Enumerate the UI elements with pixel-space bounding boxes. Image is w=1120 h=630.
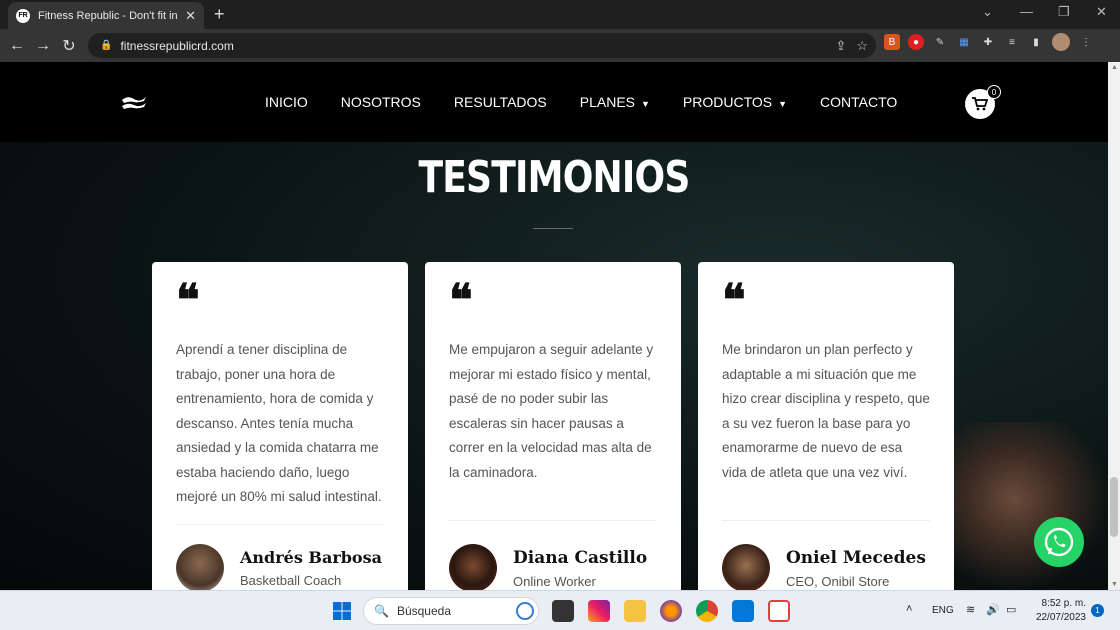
extension-blue-icon[interactable]: ▦ (956, 34, 972, 50)
tab-title: Fitness Republic - Don't fit in - fit (38, 9, 179, 22)
testimonial-text: Me brindaron un plan perfecto y adaptabl… (722, 342, 930, 480)
site-favicon-icon: FR (16, 8, 30, 23)
testimonial-card: ❝ Me empujaron a seguir adelante y mejor… (425, 262, 681, 590)
notification-badge[interactable]: 1 (1091, 604, 1104, 617)
lock-icon[interactable]: 🔒 (100, 40, 112, 51)
testimonial-author: Diana Castillo Online Worker (449, 544, 647, 590)
search-icon: 🔍 (374, 604, 389, 618)
volume-icon[interactable]: 🔊 (986, 603, 1000, 616)
chevron-down-icon: ▼ (778, 99, 788, 109)
author-name: Andrés Barbosa (240, 548, 382, 567)
chevron-down-icon: ▼ (641, 99, 650, 109)
url-text: fitnessrepublicrd.com (120, 38, 234, 53)
minimize-icon[interactable]: — (1020, 4, 1033, 19)
quote-icon: ❝ (722, 275, 746, 326)
card-divider (449, 520, 657, 521)
testimonial-author: Andrés Barbosa Basketball Coach (176, 544, 382, 590)
taskbar-search[interactable]: 🔍 Búsqueda (363, 597, 539, 625)
tab-search-chevron-icon[interactable]: ⌄ (982, 4, 993, 20)
avatar (449, 544, 497, 590)
address-bar[interactable]: 🔒 fitnessrepublicrd.com ⇪ ☆ (88, 33, 876, 58)
author-name: Diana Castillo (513, 547, 648, 568)
instagram-icon[interactable] (588, 600, 610, 622)
task-view-icon[interactable] (552, 600, 574, 622)
avatar (176, 544, 224, 590)
browser-menu-icon[interactable]: ⋮ (1078, 34, 1094, 50)
scrollbar-thumb[interactable] (1110, 477, 1118, 537)
background-person-image (950, 422, 1108, 590)
media-controls-icon[interactable]: ≡ (1004, 34, 1020, 50)
reload-icon[interactable]: ↻ (56, 36, 82, 56)
menu-item-nosotros[interactable]: NOSOTROS (341, 94, 421, 110)
extension-pen-icon[interactable]: ✎ (932, 34, 948, 50)
testimonial-text: Aprendí a tener disciplina de trabajo, p… (176, 342, 382, 504)
menu-item-resultados[interactable]: RESULTADOS (454, 94, 547, 110)
web-page: INICIO NOSOTROS RESULTADOS PLANES ▼ PRODU… (0, 62, 1108, 590)
snipping-tool-icon[interactable] (768, 600, 790, 622)
close-window-icon[interactable]: ✕ (1096, 4, 1107, 20)
menu-item-productos[interactable]: PRODUCTOS ▼ (683, 94, 787, 110)
whatsapp-icon (1044, 527, 1074, 557)
new-tab-button[interactable]: + (214, 4, 225, 25)
search-placeholder: Búsqueda (396, 604, 451, 618)
language-indicator[interactable]: ENG (932, 605, 954, 616)
page-scrollbar[interactable]: ▲ ▼ (1108, 62, 1120, 590)
clock-date: 22/07/2023 (1035, 612, 1086, 623)
extensions-area: B ● ✎ ▦ ✚ ≡ ▮ ⋮ (884, 33, 1094, 51)
cart-button[interactable]: 0 (965, 85, 1001, 119)
menu-item-planes[interactable]: PLANES ▼ (580, 94, 650, 110)
windows-start-icon[interactable] (333, 602, 351, 620)
bing-icon[interactable] (516, 602, 534, 620)
site-logo-icon[interactable] (120, 94, 148, 110)
avatar (722, 544, 770, 590)
author-role: Online Worker (513, 573, 596, 589)
vscode-icon[interactable] (732, 600, 754, 622)
heading-divider (533, 228, 573, 229)
testimonial-card: ❝ Me brindaron un plan perfecto y adapta… (698, 262, 954, 590)
clock-time: 8:52 p. m. (1041, 598, 1086, 609)
file-explorer-icon[interactable] (624, 600, 646, 622)
browser-toolbar: ← → ↻ 🔒 fitnessrepublicrd.com ⇪ ☆ B ● ✎ … (0, 29, 1120, 62)
browser-tab-bar: FR Fitness Republic - Don't fit in - fit… (0, 0, 1120, 29)
cart-count-badge: 0 (987, 85, 1001, 99)
scroll-down-icon[interactable]: ▼ (1111, 581, 1118, 588)
bookmark-star-icon[interactable]: ☆ (856, 38, 868, 54)
whatsapp-button[interactable] (1034, 517, 1084, 567)
card-divider (722, 520, 930, 521)
firefox-icon[interactable] (660, 600, 682, 622)
testimonial-text: Me empujaron a seguir adelante y mejorar… (449, 342, 654, 480)
menu-item-inicio[interactable]: INICIO (265, 94, 308, 110)
cart-icon (972, 97, 988, 111)
scroll-up-icon[interactable]: ▲ (1111, 64, 1118, 71)
profile-avatar[interactable] (1052, 33, 1070, 51)
section-heading: TESTIMONIOS (418, 152, 690, 203)
browser-tab[interactable]: FR Fitness Republic - Don't fit in - fit… (8, 2, 204, 29)
site-menu: INICIO NOSOTROS RESULTADOS PLANES ▼ PRODU… (265, 62, 897, 142)
testimonial-author: Oniel Mecedes CEO, Onibil Store (722, 544, 926, 590)
quote-icon: ❝ (449, 275, 473, 326)
author-role: CEO, Onibil Store (786, 573, 890, 589)
tray-overflow-chevron-icon[interactable]: ˄ (906, 603, 912, 615)
side-panel-icon[interactable]: ▮ (1028, 34, 1044, 50)
card-divider (176, 524, 384, 525)
forward-icon[interactable]: → (30, 37, 56, 55)
os-taskbar: 🔍 Búsqueda ˄ ENG ≋ 🔊 ▭ 8:52 p. m. 22/07/… (0, 590, 1120, 630)
chrome-icon[interactable] (696, 600, 718, 622)
back-icon[interactable]: ← (4, 37, 30, 55)
battery-icon[interactable]: ▭ (1006, 603, 1016, 616)
restore-icon[interactable]: ❐ (1058, 4, 1070, 20)
extensions-puzzle-icon[interactable]: ✚ (980, 34, 996, 50)
quote-icon: ❝ (176, 275, 200, 326)
extension-bi-icon[interactable]: B (884, 34, 900, 50)
testimonial-card: ❝ Aprendí a tener disciplina de trabajo,… (152, 262, 408, 590)
extension-red-icon[interactable]: ● (908, 34, 924, 50)
author-name: Oniel Mecedes (786, 547, 926, 568)
taskbar-clock[interactable]: 8:52 p. m. 22/07/2023 (1030, 597, 1086, 625)
menu-item-contacto[interactable]: CONTACTO (820, 94, 897, 110)
close-tab-icon[interactable]: ✕ (185, 8, 196, 24)
author-role: Basketball Coach (240, 573, 342, 588)
wifi-icon[interactable]: ≋ (966, 603, 975, 616)
share-icon[interactable]: ⇪ (835, 38, 846, 54)
site-header: INICIO NOSOTROS RESULTADOS PLANES ▼ PRODU… (0, 62, 1108, 142)
